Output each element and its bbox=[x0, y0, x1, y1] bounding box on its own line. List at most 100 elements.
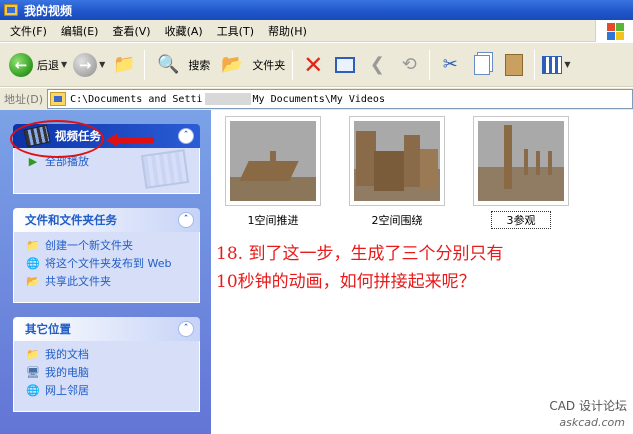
up-folder-icon: 📁 bbox=[113, 54, 136, 75]
folders-label: 文件夹 bbox=[252, 58, 286, 72]
forward-arrow-icon: → bbox=[73, 52, 98, 77]
other-places-title: 其它位置 bbox=[25, 322, 71, 336]
back-label: 后退 bbox=[37, 58, 59, 72]
views-icon bbox=[542, 55, 563, 74]
my-computer-label: 我的电脑 bbox=[45, 366, 89, 379]
video-folder-icon bbox=[50, 92, 67, 106]
address-path-start: C:\Documents and Setti bbox=[70, 93, 203, 105]
film-strip-watermark-icon bbox=[140, 149, 190, 189]
window-title: 我的视频 bbox=[24, 3, 73, 18]
collapse-icon[interactable]: ˆ bbox=[178, 128, 194, 144]
address-bar: 地址(D) C:\Documents and Setti My Document… bbox=[0, 88, 633, 110]
file-folder-tasks-group: 文件和文件夹任务 ˆ 📁 创建一个新文件夹 🌐 将这个文件夹发布到 Web 📂 … bbox=[13, 208, 200, 303]
search-label: 搜索 bbox=[188, 58, 211, 72]
delete-icon: ✕ bbox=[303, 50, 324, 79]
file-tasks-body: 📁 创建一个新文件夹 🌐 将这个文件夹发布到 Web 📂 共享此文件夹 bbox=[13, 232, 200, 303]
copy-button[interactable] bbox=[469, 52, 495, 78]
watermark-site: askcad.com bbox=[559, 416, 625, 429]
search-button[interactable]: 🔍 搜索 bbox=[149, 48, 213, 82]
my-documents-label: 我的文档 bbox=[45, 348, 89, 361]
my-computer-link[interactable]: 🖥 我的电脑 bbox=[26, 366, 189, 379]
menu-edit[interactable]: 编辑(E) bbox=[55, 23, 107, 39]
move-to-icon bbox=[335, 56, 356, 73]
undo-icon: ⟲ bbox=[401, 54, 417, 75]
share-folder-label: 共享此文件夹 bbox=[45, 275, 111, 288]
annotation-text: 18. 到了这一步，生成了三个分别只有 10秒钟的动画，如何拼接起来呢？ bbox=[216, 240, 626, 296]
folders-button[interactable]: 📂 文件夹 bbox=[213, 48, 288, 82]
menu-bar: 文件(F) 编辑(E) 查看(V) 收藏(A) 工具(T) 帮助(H) bbox=[0, 19, 633, 42]
toolbar-separator bbox=[534, 49, 536, 80]
computer-icon: 🖥 bbox=[26, 366, 40, 379]
delete-button[interactable]: ✕ bbox=[300, 50, 326, 79]
title-bar: 我的视频 bbox=[0, 0, 633, 20]
menu-help[interactable]: 帮助(H) bbox=[262, 23, 315, 39]
copy-to-icon: ❮ bbox=[369, 54, 385, 75]
network-places-link[interactable]: 🌐 网上邻居 bbox=[26, 384, 189, 397]
video-preview-image bbox=[478, 121, 564, 201]
highlight-ellipse bbox=[10, 120, 104, 158]
video-thumbnail[interactable] bbox=[349, 116, 445, 206]
views-button[interactable]: ▼ bbox=[539, 48, 573, 82]
address-label: 地址(D) bbox=[4, 93, 44, 106]
menu-tools[interactable]: 工具(T) bbox=[211, 23, 262, 39]
paste-icon bbox=[505, 53, 524, 76]
cut-button[interactable]: ✂ bbox=[437, 52, 463, 78]
toolbar-separator bbox=[292, 49, 294, 80]
collapse-icon[interactable]: ˆ bbox=[178, 321, 194, 337]
network-icon: 🌐 bbox=[26, 384, 40, 397]
blurred-username bbox=[204, 93, 251, 105]
share-folder-icon: 📂 bbox=[26, 275, 40, 288]
other-places-group: 其它位置 ˆ 📁 我的文档 🖥 我的电脑 🌐 网上邻居 bbox=[13, 317, 200, 412]
menu-favorites[interactable]: 收藏(A) bbox=[159, 23, 211, 39]
menu-file[interactable]: 文件(F) bbox=[4, 23, 55, 39]
menu-view[interactable]: 查看(V) bbox=[106, 23, 158, 39]
forward-button[interactable]: → ▼ bbox=[70, 48, 108, 82]
documents-icon: 📁 bbox=[26, 348, 40, 361]
address-path-end: My Documents\My Videos bbox=[252, 93, 385, 105]
new-folder-link[interactable]: 📁 创建一个新文件夹 bbox=[26, 239, 189, 252]
annotation-line-1: 18. 到了这一步，生成了三个分别只有 bbox=[216, 244, 504, 264]
video-thumbnail[interactable] bbox=[473, 116, 569, 206]
toolbar-separator bbox=[144, 49, 146, 80]
back-arrow-icon: ← bbox=[9, 52, 33, 77]
my-documents-link[interactable]: 📁 我的文档 bbox=[26, 348, 189, 361]
watermark-text: CAD 设计论坛 bbox=[549, 399, 627, 413]
new-folder-icon: 📁 bbox=[26, 239, 40, 252]
file-tasks-title: 文件和文件夹任务 bbox=[25, 213, 117, 227]
back-button[interactable]: ← 后退 ▼ bbox=[6, 48, 70, 82]
share-folder-link[interactable]: 📂 共享此文件夹 bbox=[26, 275, 189, 288]
move-to-button[interactable] bbox=[332, 52, 358, 78]
file-name[interactable]: 2空间围绕 bbox=[349, 212, 445, 228]
other-places-body: 📁 我的文档 🖥 我的电脑 🌐 网上邻居 bbox=[13, 341, 200, 412]
globe-icon: 🌐 bbox=[26, 257, 40, 270]
views-dropdown-icon[interactable]: ▼ bbox=[564, 60, 570, 69]
video-preview-image bbox=[230, 121, 316, 201]
address-input[interactable]: C:\Documents and Setti My Documents\My V… bbox=[47, 89, 633, 109]
file-name[interactable]: 1空间推进 bbox=[225, 212, 321, 228]
paste-button[interactable] bbox=[501, 52, 527, 78]
undo-button[interactable]: ⟲ bbox=[396, 52, 422, 78]
up-folder-button[interactable]: 📁 bbox=[111, 52, 137, 78]
copy-to-button[interactable]: ❮ bbox=[364, 52, 390, 78]
forward-dropdown-icon[interactable]: ▼ bbox=[99, 60, 105, 69]
file-tasks-header[interactable]: 文件和文件夹任务 ˆ bbox=[13, 208, 200, 232]
video-thumbnail[interactable] bbox=[225, 116, 321, 206]
play-icon: ▶ bbox=[28, 155, 38, 168]
toolbar-separator bbox=[429, 49, 431, 80]
publish-web-link[interactable]: 🌐 将这个文件夹发布到 Web bbox=[26, 257, 189, 270]
toolbar: ← 后退 ▼ → ▼ 📁 🔍 搜索 📂 文件夹 ✕ ❮ ⟲ ✂ ▼ bbox=[0, 43, 633, 87]
folders-icon: 📂 bbox=[221, 54, 244, 75]
task-pane: 视频任务 ˆ ▶ 全部播放 文件和文件夹任务 ˆ 📁 创建一个新文件夹 🌐 将这… bbox=[0, 110, 211, 434]
new-folder-label: 创建一个新文件夹 bbox=[45, 239, 133, 252]
publish-web-label: 将这个文件夹发布到 Web bbox=[45, 257, 172, 270]
highlight-arrow bbox=[106, 133, 154, 147]
other-places-header[interactable]: 其它位置 ˆ bbox=[13, 317, 200, 341]
network-places-label: 网上邻居 bbox=[45, 384, 89, 397]
back-dropdown-icon[interactable]: ▼ bbox=[61, 60, 67, 69]
scissors-icon: ✂ bbox=[442, 54, 458, 75]
annotation-line-2: 10秒钟的动画，如何拼接起来呢？ bbox=[216, 272, 476, 292]
file-name-selected[interactable]: 3参观 bbox=[491, 211, 551, 229]
folder-icon bbox=[4, 4, 18, 16]
windows-logo-icon bbox=[595, 19, 633, 42]
collapse-icon[interactable]: ˆ bbox=[178, 212, 194, 228]
